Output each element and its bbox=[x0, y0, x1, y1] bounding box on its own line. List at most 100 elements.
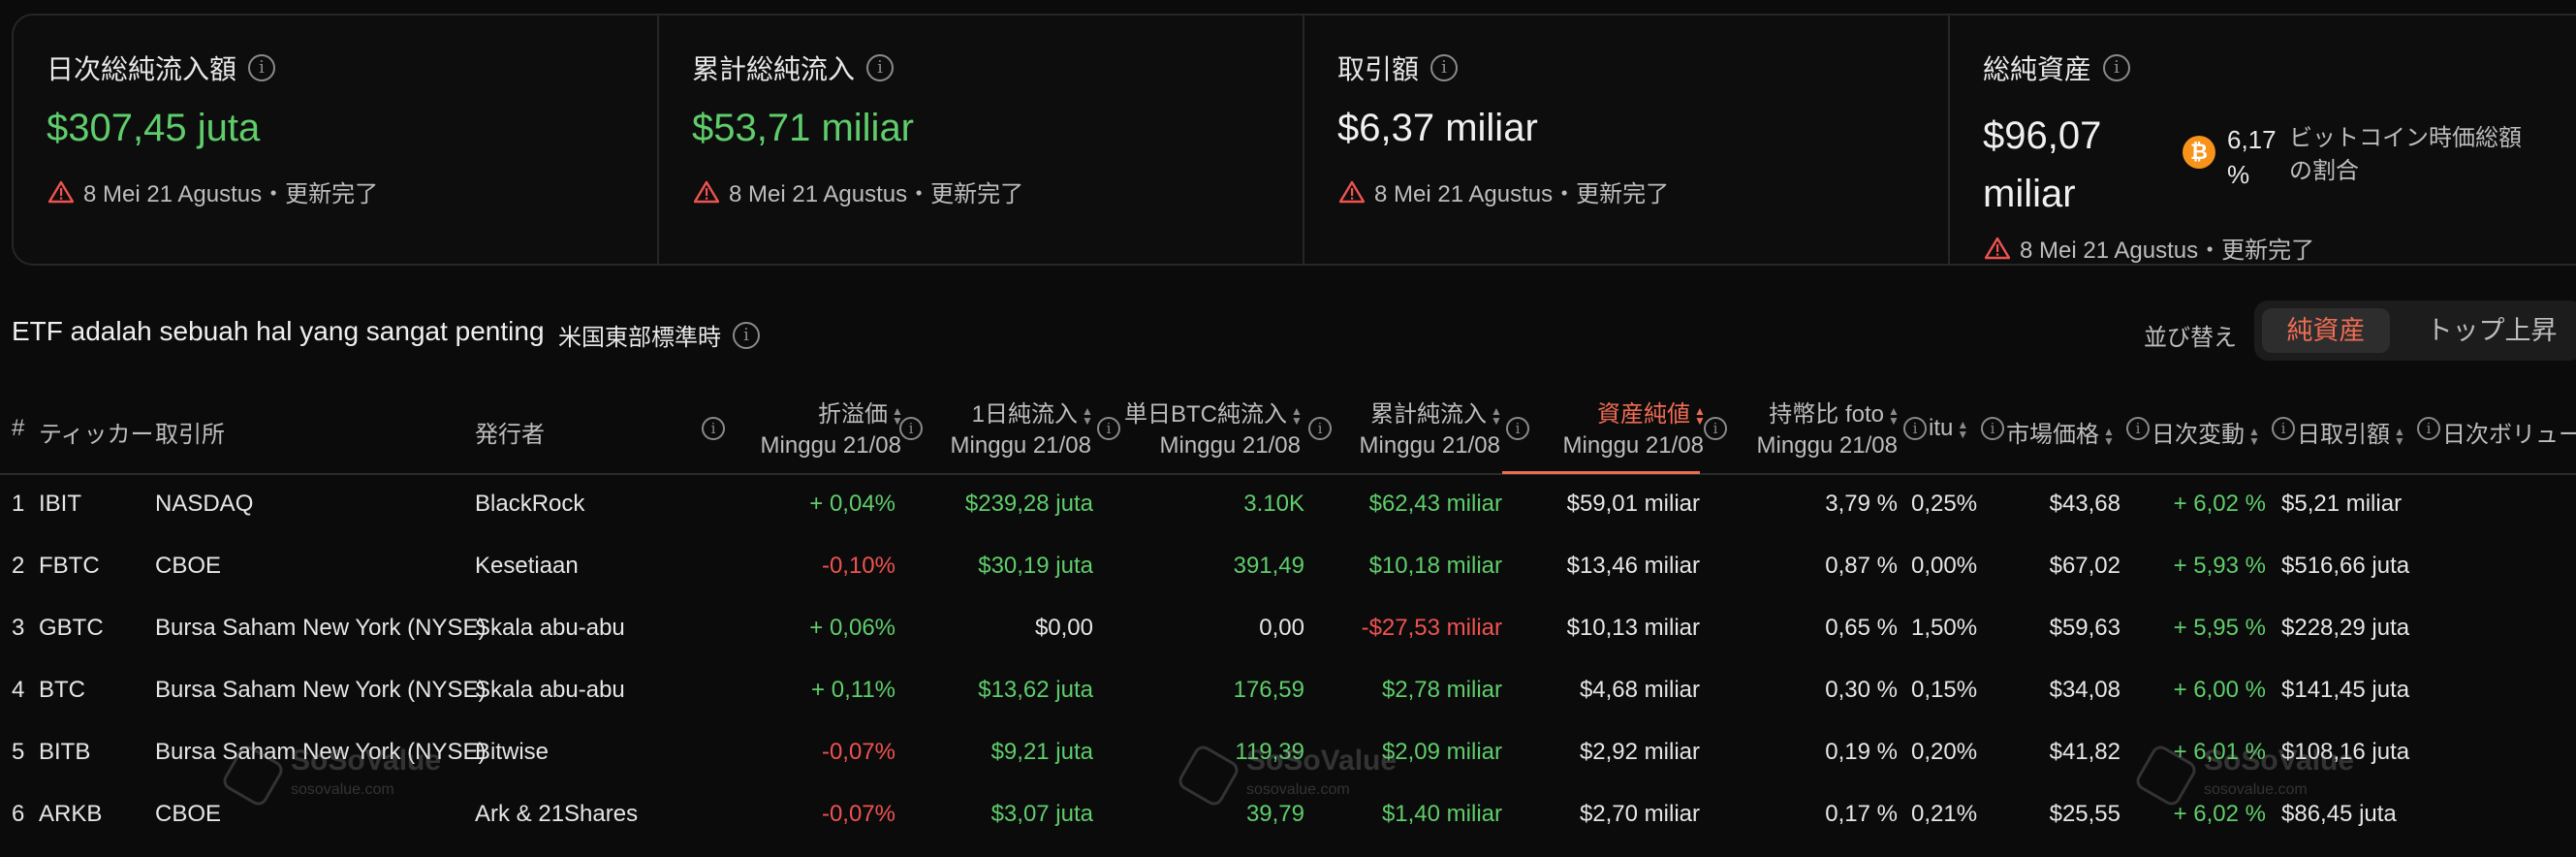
holding-ratio-cell: 0,30 % bbox=[1825, 677, 1898, 703]
ticker-cell: BTC bbox=[39, 677, 85, 703]
daily-inflow-cell: $0,00 bbox=[1034, 615, 1093, 641]
table-row[interactable]: 4 BTC Bursa Saham New York (NYSE) Skala abu… bbox=[0, 659, 2576, 721]
col-exchange: 取引所 bbox=[155, 422, 225, 448]
table-row[interactable]: 1 IBIT NASDAQ BlackRock + 0,04% $239,28 juta 3… bbox=[0, 473, 2576, 535]
sort-toggle: 純資産 トップ上昇 bbox=[2254, 301, 2576, 361]
sort-icon[interactable]: ▲ ▼ bbox=[1957, 419, 1968, 440]
card-trading-value: 取引額 i $6,37 miliar 8 Mei 21 Agustus・更新完了 bbox=[1304, 16, 1950, 264]
watermark-name: SoSoValue bbox=[1246, 745, 1398, 777]
col-net-asset-value[interactable]: 資産純値 ▲ ▼ Minggu 21/08 bbox=[1563, 399, 1706, 461]
net-asset-value-cell: $2,92 miliar bbox=[1579, 739, 1700, 765]
issuer-cell: Kesetiaan bbox=[475, 553, 579, 579]
premium-cell: + 0,06% bbox=[809, 615, 895, 641]
card-title: 総純資産 bbox=[1983, 54, 2092, 84]
info-icon[interactable]: i bbox=[2272, 417, 2295, 440]
col-daily-change[interactable]: 日次変動 ▲ ▼ bbox=[2152, 415, 2260, 449]
warning-icon bbox=[694, 180, 719, 203]
daily-btc-inflow-cell: 391,49 bbox=[1233, 553, 1304, 579]
issuer-cell: Skala abu-abu bbox=[475, 615, 625, 641]
card-value: $53,71 miliar bbox=[692, 107, 915, 149]
watermark-url: sosovalue.com bbox=[2204, 781, 2308, 798]
col-market-price[interactable]: 市場価格 ▲ ▼ bbox=[2006, 415, 2115, 449]
sort-icon[interactable]: ▲ ▼ bbox=[1694, 405, 1706, 427]
net-asset-value-cell: $13,46 miliar bbox=[1566, 553, 1700, 579]
col-daily-trading-value[interactable]: 日取引額 ▲ ▼ bbox=[2297, 415, 2405, 449]
col-cumulative-inflow[interactable]: 累計純流入 ▲ ▼ Minggu 21/08 bbox=[1360, 399, 1502, 461]
info-icon[interactable]: i bbox=[1981, 417, 2004, 440]
info-icon[interactable]: i bbox=[1308, 417, 1332, 440]
info-icon[interactable]: i bbox=[1704, 417, 1727, 440]
cumulative-inflow-cell: $62,43 miliar bbox=[1368, 491, 1502, 517]
info-icon[interactable]: i bbox=[248, 54, 276, 81]
col-daily-btc-inflow[interactable]: 単日BTC純流入 ▲ ▼ Minggu 21/08 bbox=[1124, 399, 1303, 461]
card-value: $96,07 miliar bbox=[1983, 114, 2102, 215]
market-price-cell: $34,08 bbox=[2049, 677, 2120, 703]
ticker-cell: FBTC bbox=[39, 553, 100, 579]
btc-share-label: ビットコイン時価総額の割合 bbox=[2289, 125, 2522, 184]
daily-inflow-cell: $9,21 juta bbox=[990, 739, 1093, 765]
row-number: 2 bbox=[12, 553, 25, 579]
market-price-cell: $43,68 bbox=[2049, 491, 2120, 517]
info-icon[interactable]: i bbox=[2126, 417, 2150, 440]
card-value: $307,45 juta bbox=[47, 107, 261, 149]
sort-icon[interactable]: ▲ ▼ bbox=[2394, 426, 2405, 447]
info-icon[interactable]: i bbox=[1506, 417, 1529, 440]
card-cumulative-inflow: 累計総純流入 i $53,71 miliar 8 Mei 21 Agustus・更… bbox=[659, 16, 1304, 264]
table-header: # ティッカー 取引所 発行者 i 折溢価 ▲ ▼ Minggu 21/08 i 1日… bbox=[0, 396, 2576, 475]
holding-ratio-cell: 0,87 % bbox=[1825, 553, 1898, 579]
row-number: 6 bbox=[12, 801, 25, 827]
ticker-cell: GBTC bbox=[39, 615, 104, 641]
card-note: 8 Mei 21 Agustus・更新完了 bbox=[2020, 238, 2315, 264]
watermark-url: sosovalue.com bbox=[1246, 781, 1350, 798]
sort-icon[interactable]: ▲ ▼ bbox=[2248, 426, 2260, 447]
col-daily-volume[interactable]: 日次ボリュー bbox=[2442, 415, 2576, 449]
premium-cell: + 0,11% bbox=[811, 677, 895, 703]
sosovalue-logo-icon bbox=[2132, 742, 2200, 809]
issuer-cell: BlackRock bbox=[475, 491, 585, 517]
exchange-cell: CBOE bbox=[155, 553, 222, 579]
table-row[interactable]: 3 GBTC Bursa Saham New York (NYSE) Skala ab… bbox=[0, 597, 2576, 659]
daily-change-cell: + 6,02 % bbox=[2173, 491, 2266, 517]
daily-change-cell: + 6,00 % bbox=[2173, 677, 2266, 703]
sort-icon[interactable]: ▲ ▼ bbox=[1491, 405, 1502, 427]
table-title: ETF adalah sebuah hal yang sangat pentin… bbox=[12, 316, 545, 346]
sort-icon[interactable]: ▲ ▼ bbox=[1291, 405, 1303, 427]
col-fee[interactable]: itu ▲ ▼ bbox=[1929, 415, 1968, 442]
sort-net-assets-button[interactable]: 純資産 bbox=[2262, 308, 2390, 353]
info-icon[interactable]: i bbox=[2417, 417, 2440, 440]
row-number: 1 bbox=[12, 491, 25, 517]
market-price-cell: $41,82 bbox=[2049, 739, 2120, 765]
card-title: 日次総純流入額 bbox=[47, 54, 237, 84]
daily-trading-value-cell: $516,66 juta bbox=[2281, 553, 2410, 579]
info-icon[interactable]: i bbox=[1903, 417, 1927, 440]
premium-cell: -0,10% bbox=[821, 553, 895, 579]
info-icon[interactable]: i bbox=[866, 54, 895, 81]
market-price-cell: $25,55 bbox=[2049, 801, 2120, 827]
info-icon[interactable]: i bbox=[733, 321, 760, 349]
info-icon[interactable]: i bbox=[1430, 54, 1459, 81]
premium-cell: -0,07% bbox=[821, 739, 895, 765]
warning-icon bbox=[48, 180, 74, 203]
col-premium[interactable]: 折溢価 ▲ ▼ Minggu 21/08 bbox=[761, 399, 903, 461]
premium-cell: + 0,04% bbox=[809, 491, 895, 517]
info-icon[interactable]: i bbox=[2103, 54, 2131, 81]
warning-icon bbox=[1985, 237, 2010, 259]
col-daily-inflow[interactable]: 1日純流入 ▲ ▼ Minggu 21/08 bbox=[951, 399, 1093, 461]
net-asset-value-cell: $59,01 miliar bbox=[1566, 491, 1700, 517]
info-icon[interactable]: i bbox=[702, 417, 725, 440]
sort-icon[interactable]: ▲ ▼ bbox=[1888, 405, 1900, 427]
cumulative-inflow-cell: $10,18 miliar bbox=[1368, 553, 1502, 579]
sort-top-gainers-button[interactable]: トップ上昇 bbox=[2400, 308, 2576, 353]
info-icon[interactable]: i bbox=[1097, 417, 1120, 440]
sort-icon[interactable]: ▲ ▼ bbox=[2103, 426, 2115, 447]
card-note: 8 Mei 21 Agustus・更新完了 bbox=[1374, 181, 1670, 207]
col-holding-ratio[interactable]: 持幣比 foto ▲ ▼ Minggu 21/08 bbox=[1757, 399, 1900, 461]
info-icon[interactable]: i bbox=[899, 417, 923, 440]
timezone-label: 米国東部標準時 bbox=[558, 325, 721, 351]
exchange-cell: Bursa Saham New York (NYSE) bbox=[155, 615, 487, 641]
table-row[interactable]: 2 FBTC CBOE Kesetiaan -0,10% $30,19 juta 391,4… bbox=[0, 535, 2576, 597]
daily-change-cell: + 5,93 % bbox=[2173, 553, 2266, 579]
exchange-cell: NASDAQ bbox=[155, 491, 254, 517]
sort-icon[interactable]: ▲ ▼ bbox=[1082, 405, 1093, 427]
col-num: # bbox=[12, 415, 25, 441]
